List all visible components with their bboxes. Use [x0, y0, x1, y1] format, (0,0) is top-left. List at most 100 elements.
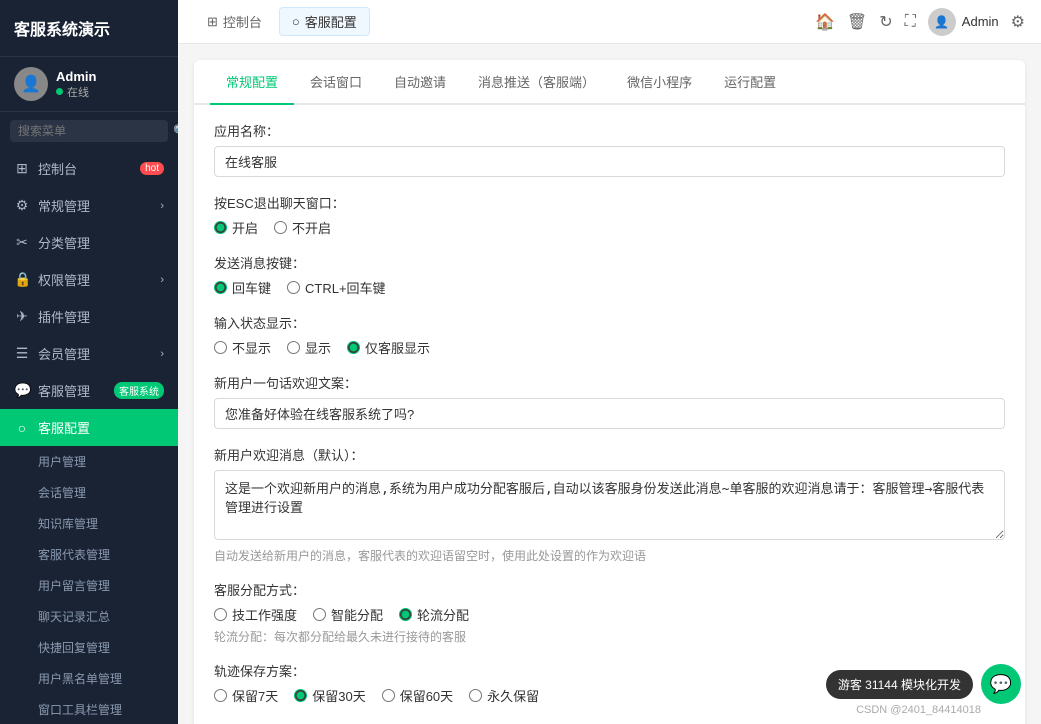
welcome-text-input[interactable]: [214, 398, 1005, 429]
sidebar-user: 👤 Admin 在线: [0, 57, 178, 112]
show-option[interactable]: 显示: [287, 338, 331, 357]
smart-option[interactable]: 智能分配: [313, 605, 383, 624]
sidebar-item-blacklist[interactable]: 用户黑名单管理: [0, 663, 178, 694]
sidebar-item-dashboard[interactable]: ⊞ 控制台 hot: [0, 150, 178, 187]
show-radio[interactable]: [287, 341, 300, 354]
enter-radio[interactable]: [214, 281, 227, 294]
enter-label: 回车键: [232, 278, 271, 297]
sidebar-item-service[interactable]: 💬 客服管理 客服系统: [0, 372, 178, 409]
agent-only-radio[interactable]: [347, 341, 360, 354]
sidebar-item-label: 会员管理: [38, 344, 90, 363]
agent-only-option[interactable]: 仅客服显示: [347, 338, 430, 357]
sidebar: 客服系统演示 👤 Admin 在线 🔍 ⊞ 控制台 hot ⚙ 常规管理 › ✂…: [0, 0, 178, 724]
tab-wechat[interactable]: 微信小程序: [611, 60, 708, 105]
fullscreen-button[interactable]: ⛶: [905, 13, 916, 31]
esc-on-radio[interactable]: [214, 221, 227, 234]
skill-option[interactable]: 技工作强度: [214, 605, 297, 624]
sidebar-item-label: 控制台: [38, 159, 77, 178]
form-tabs: 常规配置 会话窗口 自动邀请 消息推送（客服端） 微信小程序 运行配置: [194, 60, 1025, 105]
save-30-radio[interactable]: [294, 689, 307, 702]
chat-button[interactable]: 💬: [981, 664, 1021, 704]
topbar-admin[interactable]: 👤 Admin: [928, 8, 999, 36]
sidebar-item-quick-reply[interactable]: 快捷回复管理: [0, 632, 178, 663]
dashboard-tab-icon: ⊞: [207, 14, 218, 30]
user-status: 在线: [56, 84, 96, 100]
app-name-label: 应用名称：: [214, 121, 1005, 140]
settings-button[interactable]: ⚙: [1011, 12, 1025, 32]
send-key-radio-group: 回车键 CTRL+回车键: [214, 278, 1005, 297]
assign-mode-label: 客服分配方式：: [214, 580, 1005, 599]
esc-off-option[interactable]: 不开启: [274, 218, 331, 237]
config-icon: ○: [14, 420, 30, 436]
classify-icon: ✂: [14, 234, 30, 251]
topbar-actions: 🏠 🗑 ↻ ⛶ 👤 Admin ⚙: [815, 8, 1025, 36]
watermark: CSDN @2401_84414018: [856, 704, 981, 716]
sidebar-item-window-tool[interactable]: 窗口工具栏管理: [0, 694, 178, 724]
save-60-option[interactable]: 保留60天: [382, 686, 453, 705]
plugin-icon: ✈: [14, 308, 30, 325]
smart-radio[interactable]: [313, 608, 326, 621]
search-box[interactable]: 🔍: [10, 120, 168, 142]
sidebar-item-留言管理[interactable]: 用户留言管理: [0, 570, 178, 601]
save-7-label: 保留7天: [232, 686, 278, 705]
round-robin-option[interactable]: 轮流分配: [399, 605, 469, 624]
home-button[interactable]: 🏠: [815, 12, 835, 32]
form-section: 应用名称： 按ESC退出聊天窗口： 开启 不开启: [194, 105, 1025, 724]
content-area: 常规配置 会话窗口 自动邀请 消息推送（客服端） 微信小程序 运行配置 应用名称…: [178, 44, 1041, 724]
status-dot: [56, 88, 63, 95]
welcome-text-group: 新用户一句话欢迎文案：: [214, 373, 1005, 429]
tab-general[interactable]: 常规配置: [210, 60, 294, 105]
sidebar-item-permission[interactable]: 🔒 权限管理 ›: [0, 261, 178, 298]
config-tab-icon: ○: [292, 14, 300, 29]
badge-cs: 客服系统: [114, 382, 164, 399]
sidebar-item-user-manage[interactable]: 用户管理: [0, 446, 178, 477]
esc-on-option[interactable]: 开启: [214, 218, 258, 237]
tab-msg-push[interactable]: 消息推送（客服端）: [462, 60, 611, 105]
round-robin-radio[interactable]: [399, 608, 412, 621]
chat-widget: 游客 31144 模块化开发 💬: [826, 664, 1021, 704]
refresh-button[interactable]: ↻: [879, 12, 892, 32]
welcome-msg-group: 新用户欢迎消息（默认）： 这是一个欢迎新用户的消息,系统为用户成功分配客服后,自…: [214, 445, 1005, 564]
delete-button[interactable]: 🗑: [847, 12, 867, 32]
save-7-option[interactable]: 保留7天: [214, 686, 278, 705]
search-input[interactable]: [18, 124, 173, 138]
main: ⊞ 控制台 ○ 客服配置 🏠 🗑 ↻ ⛶ 👤 Admin ⚙ 常规配置: [178, 0, 1041, 724]
sidebar-item-kb-manage[interactable]: 知识库管理: [0, 508, 178, 539]
user-name: Admin: [56, 69, 96, 84]
esc-on-label: 开启: [232, 218, 258, 237]
welcome-msg-hint: 自动发送给新用户的消息，客服代表的欢迎语留空时，使用此处设置的作为欢迎语: [214, 547, 1005, 564]
esc-off-radio[interactable]: [274, 221, 287, 234]
no-show-radio[interactable]: [214, 341, 227, 354]
sidebar-item-general[interactable]: ⚙ 常规管理 ›: [0, 187, 178, 224]
tab-chat-window[interactable]: 会话窗口: [294, 60, 378, 105]
topbar-tab-dashboard[interactable]: ⊞ 控制台: [194, 7, 275, 36]
save-forever-option[interactable]: 永久保留: [469, 686, 539, 705]
sidebar-item-session-manage[interactable]: 会话管理: [0, 477, 178, 508]
enter-option[interactable]: 回车键: [214, 278, 271, 297]
welcome-msg-textarea[interactable]: 这是一个欢迎新用户的消息,系统为用户成功分配客服后,自动以该客服身份发送此消息~…: [214, 470, 1005, 540]
tab-runtime[interactable]: 运行配置: [708, 60, 792, 105]
app-name-input[interactable]: [214, 146, 1005, 177]
skill-radio[interactable]: [214, 608, 227, 621]
general-icon: ⚙: [14, 197, 30, 214]
save-forever-label: 永久保留: [487, 686, 539, 705]
sidebar-item-plugin[interactable]: ✈ 插件管理: [0, 298, 178, 335]
save-60-radio[interactable]: [382, 689, 395, 702]
input-status-radio-group: 不显示 显示 仅客服显示: [214, 338, 1005, 357]
save-forever-radio[interactable]: [469, 689, 482, 702]
send-key-label: 发送消息按键：: [214, 253, 1005, 272]
esc-radio-group: 开启 不开启: [214, 218, 1005, 237]
no-show-option[interactable]: 不显示: [214, 338, 271, 357]
ctrl-enter-radio[interactable]: [287, 281, 300, 294]
round-robin-label: 轮流分配: [417, 605, 469, 624]
save-7-radio[interactable]: [214, 689, 227, 702]
ctrl-enter-option[interactable]: CTRL+回车键: [287, 278, 386, 297]
topbar-tab-service-config[interactable]: ○ 客服配置: [279, 7, 370, 36]
sidebar-item-service-config[interactable]: ○ 客服配置: [0, 409, 178, 446]
sidebar-item-agent-manage[interactable]: 客服代表管理: [0, 539, 178, 570]
sidebar-item-chat-log[interactable]: 聊天记录汇总: [0, 601, 178, 632]
save-30-option[interactable]: 保留30天: [294, 686, 365, 705]
sidebar-item-member[interactable]: ☰ 会员管理 ›: [0, 335, 178, 372]
sidebar-item-classify[interactable]: ✂ 分类管理: [0, 224, 178, 261]
tab-auto-invite[interactable]: 自动邀请: [378, 60, 462, 105]
